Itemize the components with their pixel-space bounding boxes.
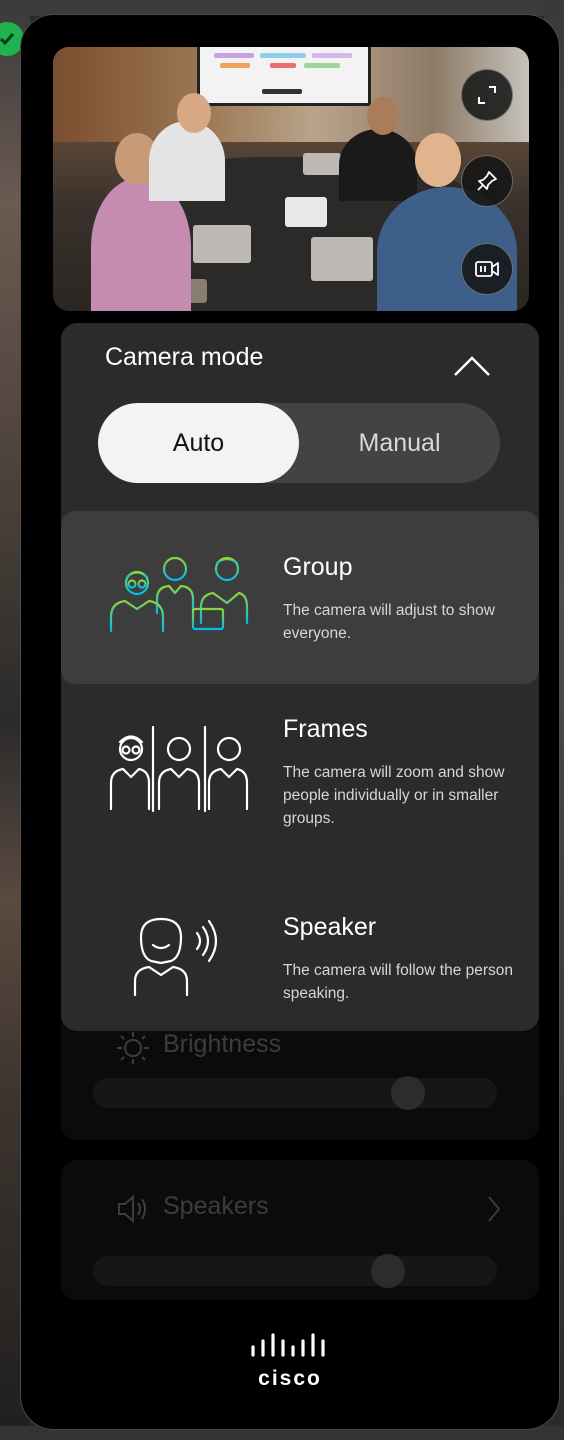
camera-switch-icon xyxy=(475,261,499,277)
chevron-up-icon xyxy=(454,356,490,376)
pin-button[interactable] xyxy=(461,155,513,207)
speakers-label: Speakers xyxy=(163,1192,269,1220)
speaker-tracking-icon xyxy=(133,917,218,997)
camera-preview xyxy=(53,47,529,311)
whiteboard-screen xyxy=(197,47,371,106)
collapse-button[interactable] xyxy=(451,345,493,387)
cisco-wordmark: cisco xyxy=(258,1367,322,1390)
frames-icon xyxy=(109,725,249,813)
pin-icon xyxy=(477,171,497,191)
mode-option-speaker[interactable]: Speaker The camera will follow the perso… xyxy=(61,883,539,1013)
mode-name-group: Group xyxy=(283,553,353,581)
segment-auto[interactable]: Auto xyxy=(98,403,299,483)
camera-mode-title: Camera mode xyxy=(105,343,264,371)
brightness-label: Brightness xyxy=(163,1030,282,1058)
mode-name-speaker: Speaker xyxy=(283,913,377,941)
mode-option-group[interactable]: Group The camera will adjust to show eve… xyxy=(61,511,539,684)
brightness-slider-knob[interactable] xyxy=(391,1076,425,1110)
speaker-volume-icon xyxy=(118,1194,146,1224)
camera-control-panel: Brightness Speakers Camera mode Auto Man… xyxy=(20,14,560,1430)
cisco-logo: cisco xyxy=(247,1333,333,1395)
camera-mode-segmented-control: Auto Manual xyxy=(98,403,500,483)
cisco-bars-icon xyxy=(251,1333,325,1357)
brightness-icon xyxy=(117,1032,149,1064)
mode-name-frames: Frames xyxy=(283,715,368,743)
mode-description-speaker: The camera will follow the person speaki… xyxy=(283,962,514,1002)
brightness-slider[interactable] xyxy=(93,1076,497,1110)
group-icon xyxy=(109,556,249,635)
chevron-right-icon[interactable] xyxy=(485,1194,503,1224)
mode-description-frames: The camera will zoom and show people ind… xyxy=(283,764,505,827)
segment-manual[interactable]: Manual xyxy=(299,403,500,483)
speakers-slider[interactable] xyxy=(93,1254,497,1288)
camera-mode-card: Camera mode Auto Manual Group The camera… xyxy=(61,323,539,1031)
speakers-slider-knob[interactable] xyxy=(371,1254,405,1288)
speakers-card: Speakers xyxy=(61,1160,539,1300)
mode-description-group: The camera will adjust to show everyone. xyxy=(283,602,495,642)
mode-option-frames[interactable]: Frames The camera will zoom and show peo… xyxy=(61,701,539,861)
camera-switch-button[interactable] xyxy=(461,243,513,295)
expand-icon xyxy=(478,86,496,104)
expand-button[interactable] xyxy=(461,69,513,121)
